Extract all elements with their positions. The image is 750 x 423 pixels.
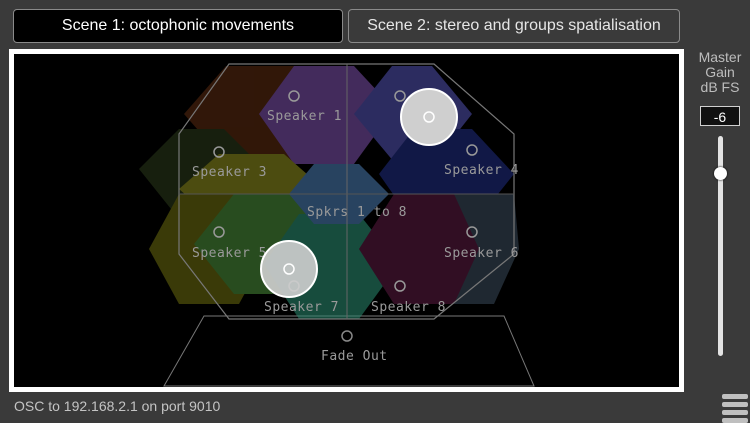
circle-handle-icon[interactable] xyxy=(260,240,318,298)
circle-handle-icon[interactable] xyxy=(400,88,458,146)
label-speaker-6: Speaker 6 xyxy=(444,246,519,261)
master-gain-slider-thumb[interactable] xyxy=(714,166,727,180)
source-handle-2[interactable] xyxy=(260,240,318,298)
label-all-speakers: Spkrs 1 to 8 xyxy=(307,205,407,220)
label-speaker-1: Speaker 1 xyxy=(267,109,342,124)
fade-out-label: Fade Out xyxy=(321,349,388,364)
tab-scene-2[interactable]: Scene 2: stereo and groups spatialisatio… xyxy=(348,9,680,43)
master-gain-label-line3: dB FS xyxy=(700,79,740,95)
label-speaker-4: Speaker 4 xyxy=(444,163,519,178)
master-gain-label: Master Gain dB FS xyxy=(690,50,750,95)
osc-status-text: OSC to 192.168.2.1 on port 9010 xyxy=(14,398,221,414)
hamburger-menu-icon[interactable] xyxy=(722,394,748,423)
spatialisation-stage[interactable]: Fade Out Speaker 1 Speaker 3 Speaker 4 S… xyxy=(9,49,684,392)
label-speaker-8: Speaker 8 xyxy=(371,300,446,315)
source-handle-1[interactable] xyxy=(400,88,458,146)
master-gain-label-line2: Gain xyxy=(705,64,735,80)
master-gain-label-line1: Master xyxy=(698,49,742,65)
master-gain-value[interactable]: -6 xyxy=(700,106,740,126)
label-speaker-5: Speaker 5 xyxy=(192,246,267,261)
tab-scene-1[interactable]: Scene 1: octophonic movements xyxy=(13,9,343,43)
label-speaker-3: Speaker 3 xyxy=(192,165,267,180)
label-speaker-7: Speaker 7 xyxy=(264,300,339,315)
